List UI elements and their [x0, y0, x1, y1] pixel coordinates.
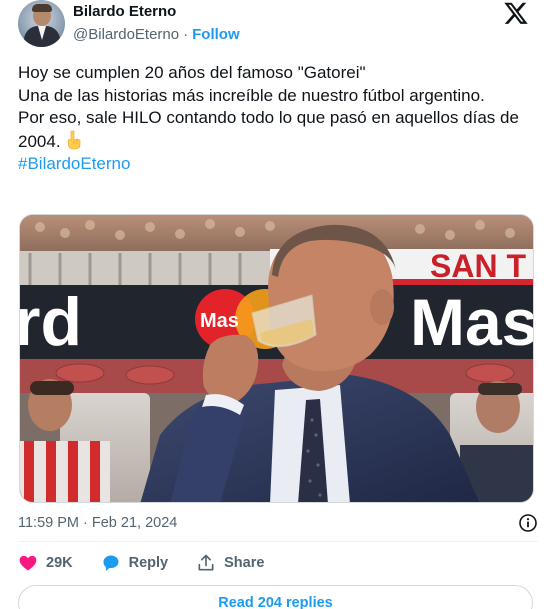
tweet-actions: 29K Reply Share — [18, 552, 292, 574]
share-button[interactable]: Share — [196, 553, 264, 573]
tweet-line-3: Por eso, sale HILO contando todo lo que … — [18, 107, 538, 153]
banner-text-right: Mas — [410, 285, 534, 359]
like-button[interactable]: 29K — [18, 553, 73, 573]
user-handle[interactable]: @BilardoEterno — [73, 25, 179, 45]
read-replies-button[interactable]: Read 204 replies — [18, 585, 533, 609]
tweet-line-1: Hoy se cumplen 20 años del famoso "Gator… — [18, 63, 366, 82]
like-count: 29K — [46, 555, 73, 571]
user-info: Bilardo Eterno @BilardoEterno · Follow — [73, 2, 240, 45]
tweet-meta: 11:59 PM · Feb 21, 2024 — [18, 513, 538, 533]
reply-bubble-icon — [103, 555, 119, 571]
x-logo-icon[interactable] — [502, 0, 530, 26]
tweet-line-2: Una de las historias más increíble de nu… — [18, 85, 485, 105]
follow-button[interactable]: Follow — [192, 25, 240, 45]
heart-icon — [19, 555, 37, 571]
share-icon — [198, 554, 214, 571]
separator-dot: · — [183, 26, 189, 43]
info-icon[interactable] — [518, 513, 538, 533]
avatar[interactable] — [18, 0, 65, 47]
tweet-hashtag-line: #BilardoEterno — [18, 153, 538, 176]
photo-illustration: SAN T rd Mas Mas — [20, 215, 534, 502]
banner-text-left: rd — [20, 284, 82, 360]
tweet-card: Bilardo Eterno @BilardoEterno · Follow H… — [0, 0, 549, 609]
reply-label: Reply — [128, 555, 169, 571]
display-name[interactable]: Bilardo Eterno — [73, 2, 240, 21]
handle-row: @BilardoEterno · Follow — [73, 25, 240, 45]
timestamp[interactable]: 11:59 PM · Feb 21, 2024 — [18, 515, 177, 531]
stadium-sign-text: SAN T — [430, 248, 526, 284]
tweet-text: Hoy se cumplen 20 años del famoso "Gator… — [18, 62, 538, 176]
tweet-line-3-text: Por eso, sale HILO contando todo lo que … — [18, 108, 519, 151]
pointing-down-emoji-icon — [67, 130, 80, 149]
share-label: Share — [224, 555, 265, 571]
tweet-photo[interactable]: SAN T rd Mas Mas — [19, 214, 534, 503]
reply-button[interactable]: Reply — [101, 553, 169, 573]
hashtag-link[interactable]: #BilardoEterno — [18, 154, 130, 173]
read-replies-label: Read 204 replies — [218, 595, 333, 609]
logo-text: Mas — [200, 310, 239, 332]
tweet-header: Bilardo Eterno @BilardoEterno · Follow — [18, 0, 538, 48]
divider — [18, 541, 538, 542]
